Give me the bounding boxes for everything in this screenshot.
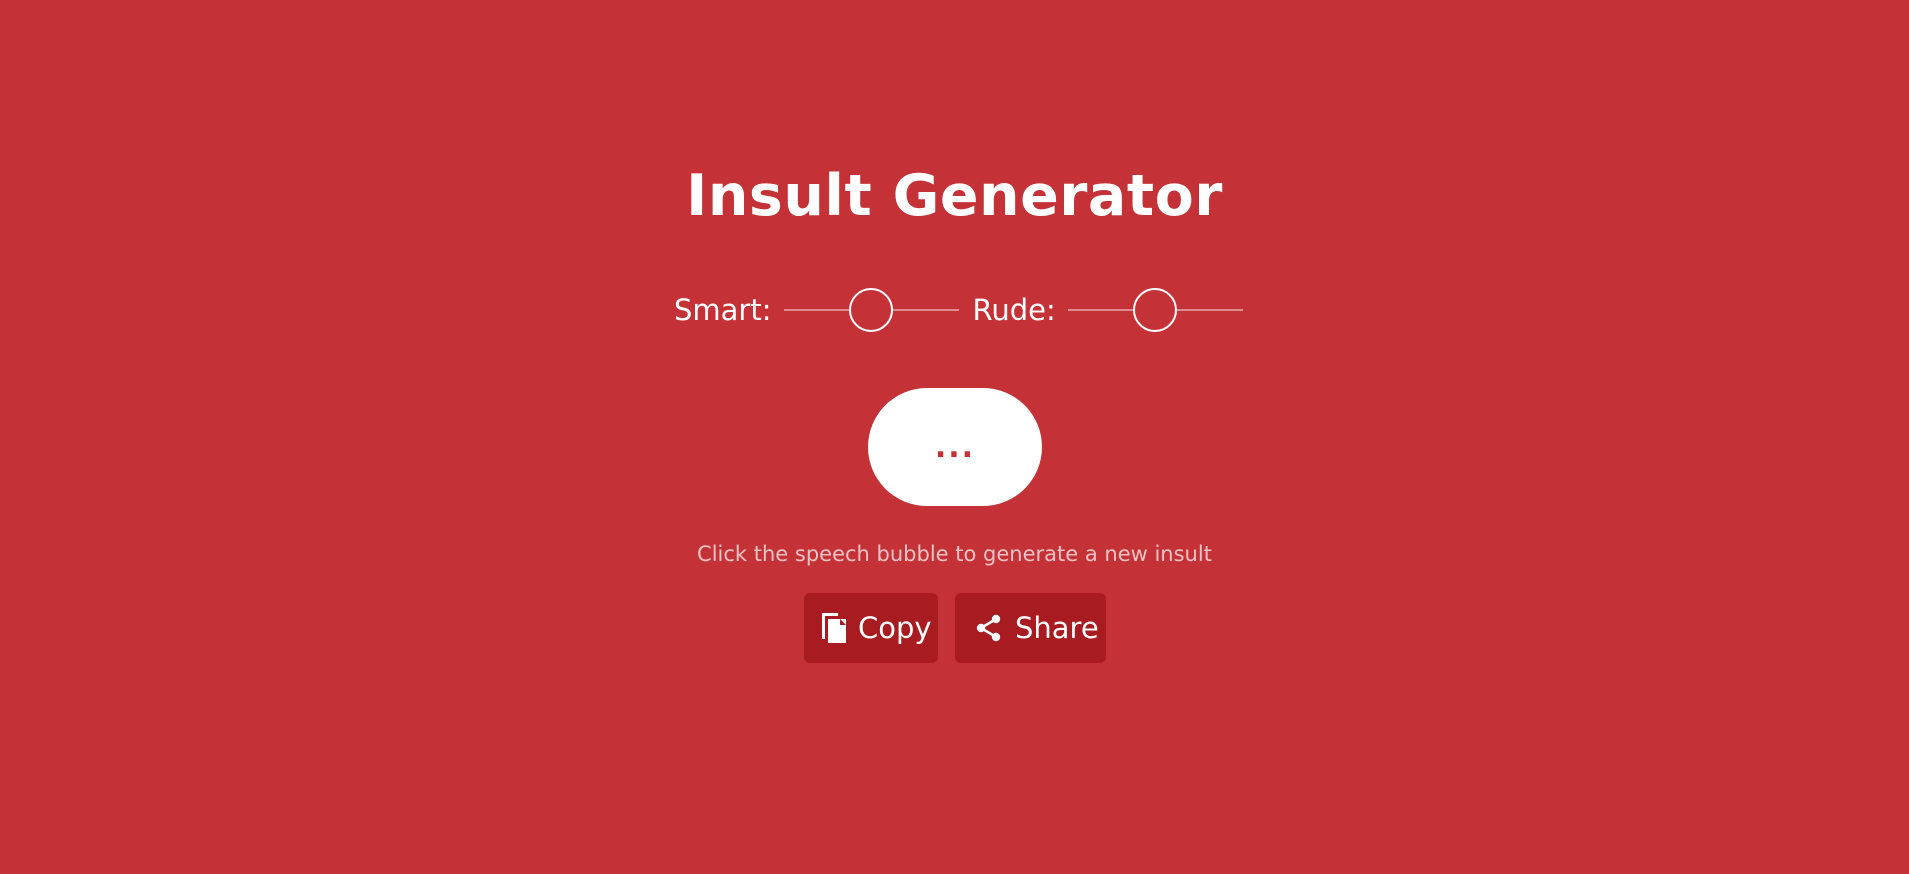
copy-label: Copy (858, 611, 932, 645)
rude-slider[interactable] (1067, 286, 1243, 334)
smart-slider[interactable] (783, 286, 959, 334)
slider-controls: Smart: Rude: (674, 286, 1257, 334)
page: Insult Generator Smart: Rude: ... Click … (0, 0, 1909, 874)
share-label: Share (1015, 611, 1099, 645)
action-buttons: Copy Share (804, 593, 1106, 663)
speech-bubble-text: ... (934, 430, 976, 465)
rude-slider-thumb[interactable] (1133, 288, 1178, 332)
copy-icon (820, 611, 848, 645)
smart-slider-thumb[interactable] (849, 288, 893, 332)
rude-label: Rude: (972, 293, 1056, 327)
hint-text: Click the speech bubble to generate a ne… (697, 542, 1212, 566)
smart-label: Smart: (674, 293, 772, 327)
speech-bubble-button[interactable]: ... (868, 388, 1042, 506)
share-icon (975, 614, 1003, 642)
page-title: Insult Generator (686, 163, 1223, 229)
share-button[interactable]: Share (955, 593, 1106, 663)
copy-button[interactable]: Copy (804, 593, 938, 663)
